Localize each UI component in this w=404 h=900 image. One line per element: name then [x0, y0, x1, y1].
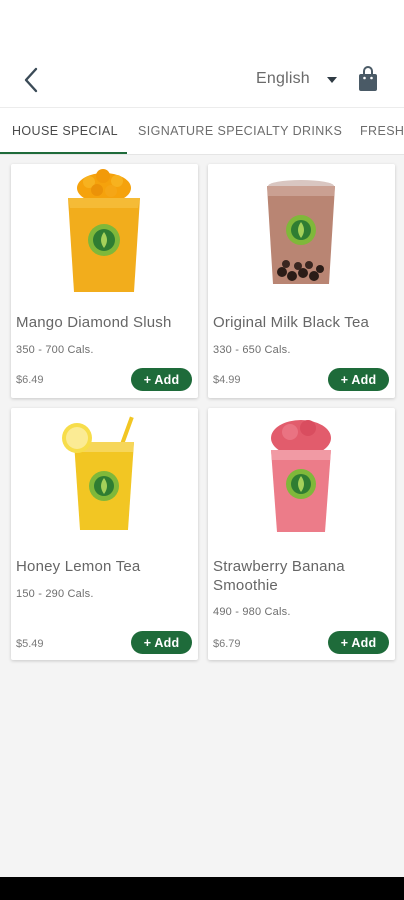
system-nav-bar: [0, 877, 404, 900]
product-calories: 490 - 980 Cals.: [213, 606, 291, 618]
tab-fresh[interactable]: FRESH: [360, 124, 404, 138]
product-name: Mango Diamond Slush: [16, 314, 172, 331]
product-card[interactable]: Mango Diamond Slush 350 - 700 Cals. $6.4…: [11, 164, 198, 398]
milk-tea-image: [267, 180, 335, 284]
honey-lemon-tea-image: [62, 416, 134, 530]
tab-house-special[interactable]: HOUSE SPECIAL: [12, 124, 118, 138]
product-calories: 330 - 650 Cals.: [213, 344, 291, 356]
product-name: Original Milk Black Tea: [213, 314, 370, 331]
shopping-bag-icon[interactable]: [357, 66, 379, 92]
product-card[interactable]: Strawberry Banana Smoothie 490 - 980 Cal…: [208, 408, 395, 660]
product-calories: 150 - 290 Cals.: [16, 588, 94, 600]
app-header: English: [0, 0, 404, 107]
add-button[interactable]: + Add: [131, 368, 192, 391]
product-price: $5.49: [16, 638, 44, 650]
product-calories: 350 - 700 Cals.: [16, 344, 94, 356]
strawberry-smoothie-image: [271, 420, 331, 532]
tab-signature-specialty-drinks[interactable]: SIGNATURE SPECIALTY DRINKS: [138, 124, 342, 138]
product-price: $4.99: [213, 374, 241, 386]
add-button[interactable]: + Add: [328, 368, 389, 391]
back-arrow-icon: [24, 67, 38, 93]
active-tab-indicator: [0, 152, 127, 154]
product-price: $6.49: [16, 374, 44, 386]
mango-slush-image: [68, 169, 140, 292]
product-price: $6.79: [213, 638, 241, 650]
product-card[interactable]: Honey Lemon Tea 150 - 290 Cals. $5.49 + …: [11, 408, 198, 660]
add-button[interactable]: + Add: [328, 631, 389, 654]
language-selector[interactable]: English: [256, 70, 310, 90]
product-name: Strawberry Banana Smoothie: [213, 558, 345, 594]
category-tabs: HOUSE SPECIAL SIGNATURE SPECIALTY DRINKS…: [0, 107, 404, 155]
product-name: Honey Lemon Tea: [16, 558, 141, 575]
add-button[interactable]: + Add: [131, 631, 192, 654]
back-button[interactable]: [16, 64, 46, 96]
product-card[interactable]: Original Milk Black Tea 330 - 650 Cals. …: [208, 164, 395, 398]
caret-down-icon[interactable]: [325, 74, 339, 86]
